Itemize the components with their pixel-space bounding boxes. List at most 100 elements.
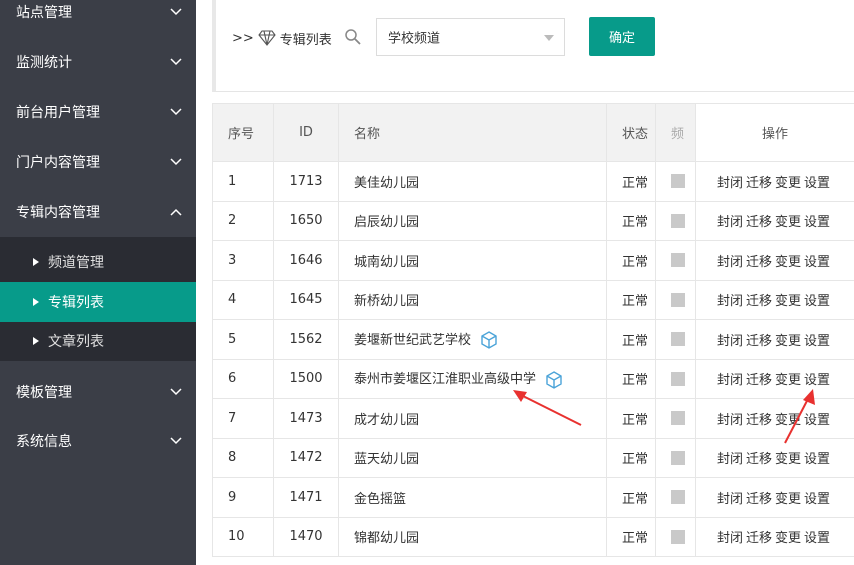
placeholder-block [671, 174, 685, 189]
caret-right-icon [33, 258, 39, 266]
op-link[interactable]: 封闭 [717, 492, 743, 507]
breadcrumb: >> 专辑列表 [232, 26, 332, 50]
chevron-down-icon [170, 58, 182, 66]
op-link[interactable]: 迁移 [746, 413, 772, 428]
placeholder-block [671, 292, 685, 307]
op-link[interactable]: 封闭 [717, 413, 743, 428]
table-row[interactable]: 8 1472 蓝天幼儿园 正常 封闭 迁移 变更 设置 [212, 437, 854, 478]
cell-name-text: 锦都幼儿园 [354, 531, 420, 547]
table-header-row: 序号 ID 名称 状态 频 操作 [212, 103, 854, 162]
menu-system-info[interactable]: 系统信息 [0, 416, 196, 466]
op-link[interactable]: 封闭 [717, 334, 743, 349]
placeholder-block [671, 529, 685, 544]
cell-status: 正常 [606, 437, 656, 478]
op-link[interactable]: 迁移 [746, 255, 772, 270]
cell-index: 5 [212, 319, 274, 360]
table-row[interactable]: 10 1470 锦都幼儿园 正常 封闭 迁移 变更 设置 [212, 516, 854, 557]
menu-template-management[interactable]: 模板管理 [0, 367, 196, 417]
menu-front-user-management[interactable]: 前台用户管理 [0, 87, 196, 137]
cell-index: 6 [212, 358, 274, 399]
op-link[interactable]: 封闭 [717, 215, 743, 230]
op-link[interactable]: 设置 [804, 255, 830, 270]
channel-select[interactable]: 学校频道 [376, 18, 565, 56]
menu-monitor-stats[interactable]: 监测统计 [0, 37, 196, 87]
op-link[interactable]: 变更 [775, 176, 801, 191]
cell-ops: 封闭 迁移 变更 设置 [695, 240, 854, 281]
menu-label: 门户内容管理 [16, 155, 100, 171]
submenu-channel-management[interactable]: 频道管理 [0, 242, 196, 282]
table-row[interactable]: 3 1646 城南幼儿园 正常 封闭 迁移 变更 设置 [212, 240, 854, 281]
table-row[interactable]: 6 1500 泰州市姜堰区江淮职业高级中学 正常 封闭 迁移 变更 设置 [212, 358, 854, 399]
cell-hidden [655, 279, 696, 320]
op-link[interactable]: 变更 [775, 334, 801, 349]
op-link[interactable]: 封闭 [717, 452, 743, 467]
cell-name-text: 成才幼儿园 [354, 412, 420, 428]
op-link[interactable]: 封闭 [717, 373, 743, 388]
menu-album-content-management[interactable]: 专辑内容管理 [0, 187, 196, 237]
breadcrumb-prefix: >> [232, 30, 254, 46]
cell-ops: 封闭 迁移 变更 设置 [695, 358, 854, 399]
op-link[interactable]: 变更 [775, 373, 801, 388]
op-link[interactable]: 设置 [804, 215, 830, 230]
cell-ops: 封闭 迁移 变更 设置 [695, 477, 854, 518]
caret-down-icon [544, 35, 554, 41]
confirm-button[interactable]: 确定 [589, 17, 655, 56]
op-link[interactable]: 设置 [804, 334, 830, 349]
op-link[interactable]: 设置 [804, 373, 830, 388]
cell-name-text: 美佳幼儿园 [354, 175, 420, 191]
op-link[interactable]: 设置 [804, 294, 830, 309]
op-link[interactable]: 封闭 [717, 531, 743, 546]
op-link[interactable]: 变更 [775, 215, 801, 230]
op-link[interactable]: 迁移 [746, 176, 772, 191]
cell-id: 1562 [273, 319, 339, 360]
table-row[interactable]: 9 1471 金色摇篮 正常 封闭 迁移 变更 设置 [212, 477, 854, 518]
op-link[interactable]: 变更 [775, 294, 801, 309]
op-link[interactable]: 封闭 [717, 294, 743, 309]
menu-label: 站点管理 [16, 5, 72, 21]
table-row[interactable]: 4 1645 新桥幼儿园 正常 封闭 迁移 变更 设置 [212, 279, 854, 320]
op-link[interactable]: 变更 [775, 531, 801, 546]
table-row[interactable]: 2 1650 启辰幼儿园 正常 封闭 迁移 变更 设置 [212, 200, 854, 241]
chevron-down-icon [170, 437, 182, 445]
cell-name: 成才幼儿园 [338, 398, 607, 439]
cell-name: 蓝天幼儿园 [338, 437, 607, 478]
op-link[interactable]: 变更 [775, 452, 801, 467]
sidebar: 站点管理 监测统计 前台用户管理 门户内容管理 专辑内容管理 频道管理 专辑列表… [0, 0, 196, 565]
cell-id: 1650 [273, 200, 339, 241]
op-link[interactable]: 变更 [775, 413, 801, 428]
menu-site-management[interactable]: 站点管理 [0, 0, 196, 37]
cell-ops: 封闭 迁移 变更 设置 [695, 319, 854, 360]
cell-ops: 封闭 迁移 变更 设置 [695, 161, 854, 202]
filter-toolbar: >> 专辑列表 学校频道 确定 [212, 0, 854, 92]
op-link[interactable]: 设置 [804, 176, 830, 191]
op-link[interactable]: 迁移 [746, 294, 772, 309]
table-row[interactable]: 1 1713 美佳幼儿园 正常 封闭 迁移 变更 设置 [212, 161, 854, 202]
op-link[interactable]: 设置 [804, 492, 830, 507]
cell-name: 美佳幼儿园 [338, 161, 607, 202]
cell-ops: 封闭 迁移 变更 设置 [695, 398, 854, 439]
op-link[interactable]: 设置 [804, 531, 830, 546]
table-row[interactable]: 5 1562 姜堰新世纪武艺学校 正常 封闭 迁移 变更 设置 [212, 319, 854, 360]
op-link[interactable]: 变更 [775, 255, 801, 270]
table-row[interactable]: 7 1473 成才幼儿园 正常 封闭 迁移 变更 设置 [212, 398, 854, 439]
op-link[interactable]: 迁移 [746, 531, 772, 546]
submenu-album-list[interactable]: 专辑列表 [0, 282, 196, 322]
op-link[interactable]: 封闭 [717, 176, 743, 191]
cell-id: 1500 [273, 358, 339, 399]
op-link[interactable]: 迁移 [746, 215, 772, 230]
placeholder-block [671, 371, 685, 386]
op-link[interactable]: 迁移 [746, 334, 772, 349]
op-link[interactable]: 迁移 [746, 452, 772, 467]
op-link[interactable]: 设置 [804, 452, 830, 467]
submenu-label: 频道管理 [48, 255, 104, 271]
op-link[interactable]: 封闭 [717, 255, 743, 270]
menu-portal-content-management[interactable]: 门户内容管理 [0, 137, 196, 187]
op-link[interactable]: 设置 [804, 413, 830, 428]
submenu-article-list[interactable]: 文章列表 [0, 321, 196, 361]
search-icon[interactable] [344, 28, 362, 46]
op-link[interactable]: 迁移 [746, 492, 772, 507]
op-link[interactable]: 迁移 [746, 373, 772, 388]
caret-right-icon [33, 337, 39, 345]
op-link[interactable]: 变更 [775, 492, 801, 507]
header-ops: 操作 [695, 103, 854, 162]
